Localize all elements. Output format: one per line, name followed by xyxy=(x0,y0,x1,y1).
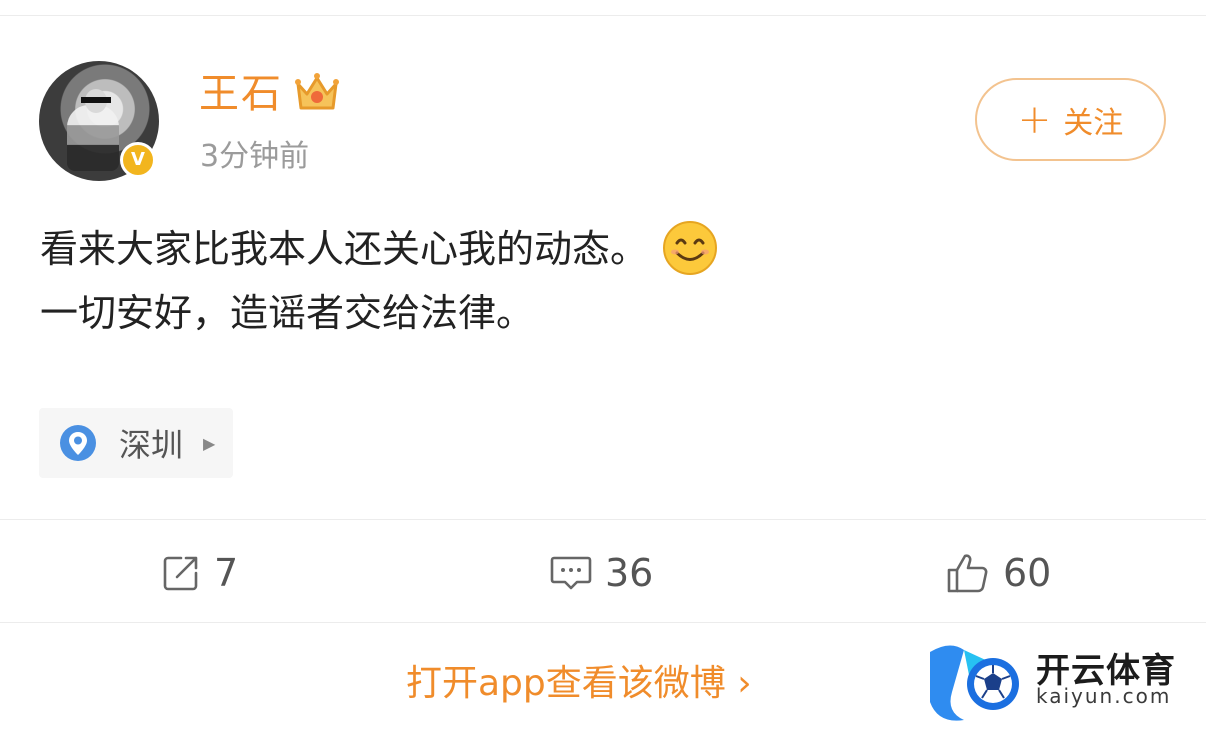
timestamp: 3分钟前 xyxy=(200,139,310,174)
comment-count: 36 xyxy=(605,551,654,595)
top-divider xyxy=(0,15,1206,16)
avatar-figure xyxy=(67,105,119,171)
location-label: 深圳 xyxy=(119,426,184,464)
like-count: 60 xyxy=(1003,551,1052,595)
divider xyxy=(0,519,1206,520)
repost-count: 7 xyxy=(214,551,239,595)
repost-icon xyxy=(163,556,198,591)
crown-icon xyxy=(295,73,339,110)
like-icon xyxy=(947,554,988,593)
watermark-domain: kaiyun.com xyxy=(1036,684,1172,708)
location-pin-icon xyxy=(60,425,96,461)
comment-icon xyxy=(550,556,592,590)
like-button[interactable]: 60 xyxy=(945,547,1051,599)
post-text-line-1-text: 看来大家比我本人还关心我的动态。 xyxy=(40,227,649,271)
username[interactable]: 王石 xyxy=(199,70,283,118)
smile-icon xyxy=(663,220,718,275)
follow-button[interactable]: + 关注 xyxy=(975,78,1166,161)
comment-button[interactable]: 36 xyxy=(549,547,653,599)
post-content: 看来大家比我本人还关心我的动态。 一切安好，造谣者交给法律。 xyxy=(40,217,1160,345)
divider xyxy=(0,622,1206,623)
post-text-line-2: 一切安好，造谣者交给法律。 xyxy=(40,291,535,335)
chevron-right-icon: ▶ xyxy=(203,433,216,453)
plus-icon: + xyxy=(1017,96,1052,143)
location-chip[interactable]: 深圳 ▶ xyxy=(39,408,233,478)
repost-button[interactable]: 7 xyxy=(160,547,238,599)
open-app-link[interactable]: 打开app查看该微博 › xyxy=(406,656,752,712)
avatar-eyebar xyxy=(81,97,111,103)
follow-label: 关注 xyxy=(1063,105,1124,141)
post-text-line-1: 看来大家比我本人还关心我的动态。 xyxy=(40,217,1160,281)
verified-icon: V xyxy=(120,142,156,178)
